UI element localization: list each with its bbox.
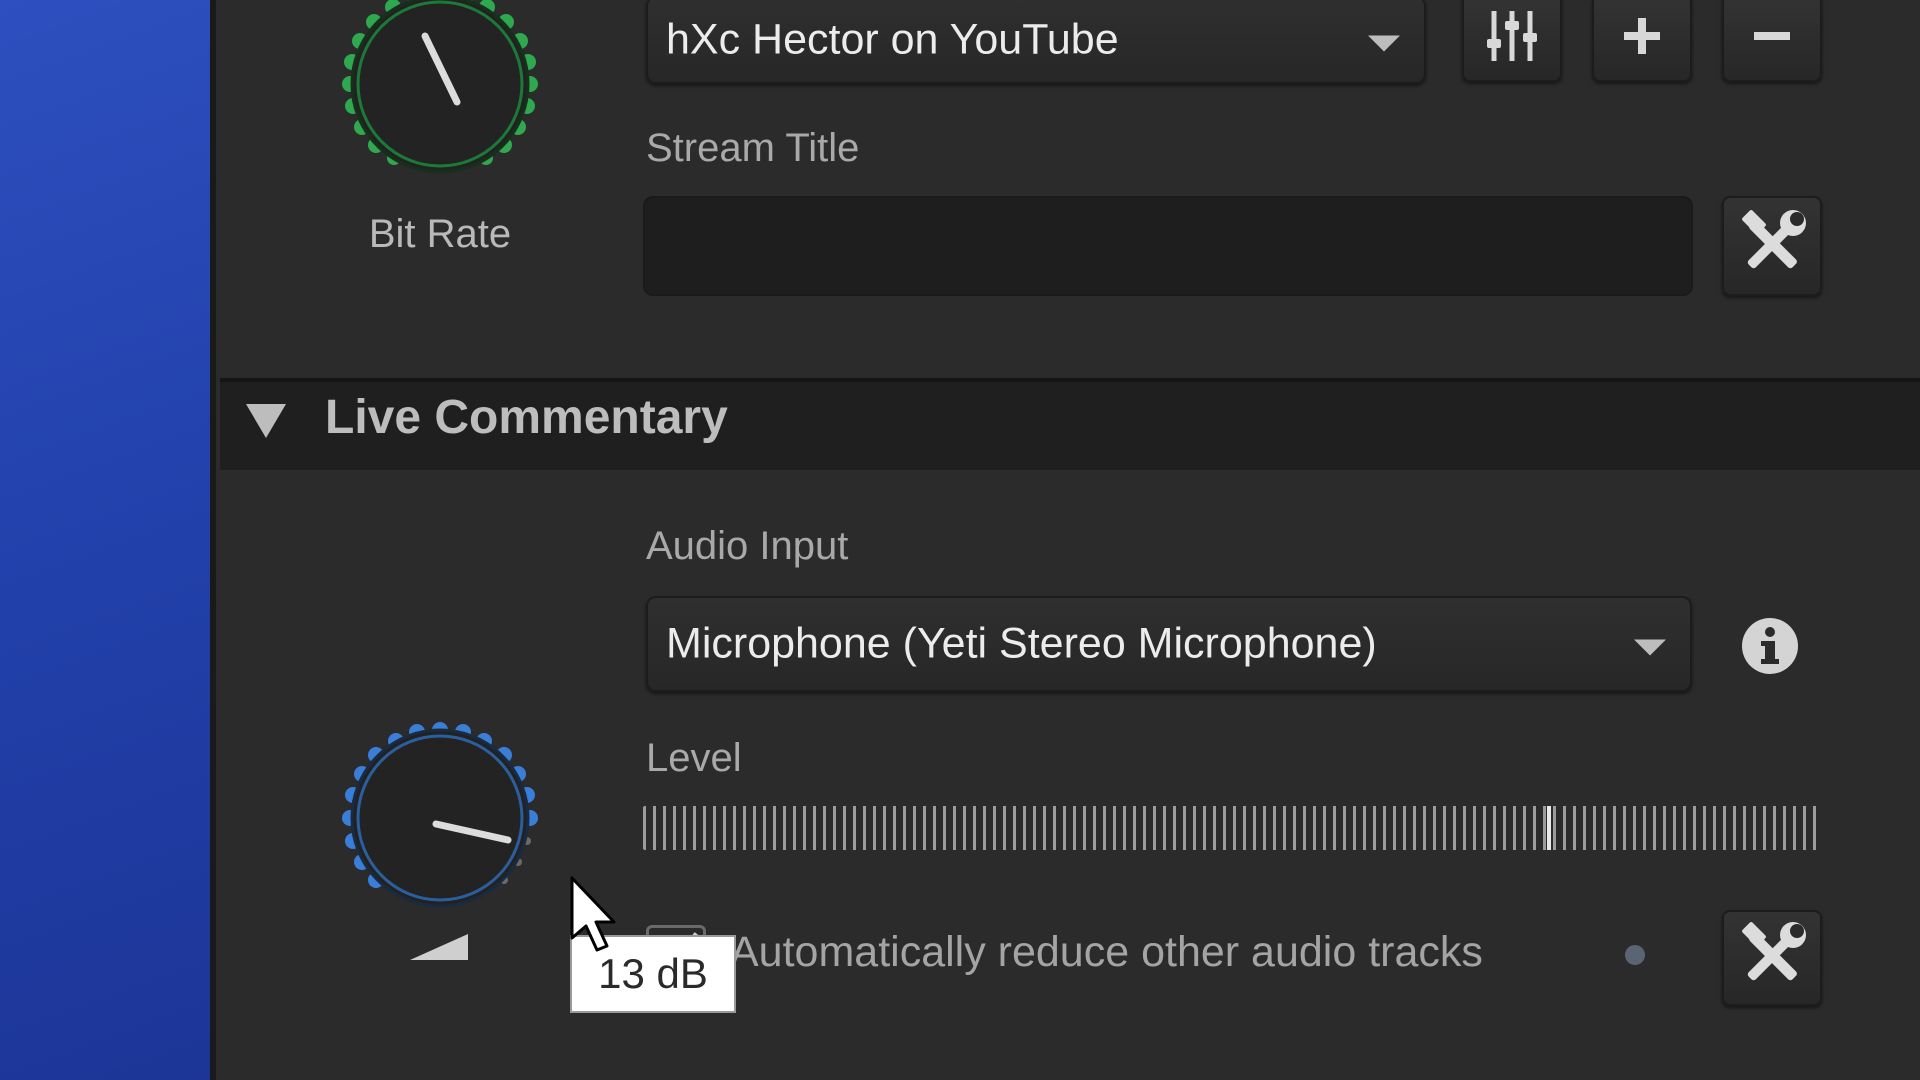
- mixer-button[interactable]: [1462, 0, 1562, 82]
- add-button[interactable]: [1592, 0, 1692, 82]
- chevron-down-icon: [1368, 16, 1400, 65]
- stream-title-label: Stream Title: [646, 126, 860, 170]
- bitrate-label: Bit Rate: [368, 212, 512, 256]
- stream-settings-button[interactable]: [1722, 196, 1822, 296]
- audio-input-value: Microphone (Yeti Stereo Microphone): [666, 619, 1377, 668]
- volume-knob[interactable]: [328, 716, 552, 966]
- status-indicator: [1625, 945, 1645, 965]
- tools-icon: [1737, 921, 1807, 996]
- stream-account-value: hXc Hector on YouTube: [666, 15, 1119, 64]
- stream-account-dropdown[interactable]: hXc Hector on YouTube: [646, 0, 1426, 84]
- auto-reduce-settings-button[interactable]: [1722, 910, 1822, 1006]
- minus-icon: [1752, 16, 1792, 61]
- plus-icon: [1622, 16, 1662, 61]
- level-label: Level: [646, 736, 742, 780]
- auto-reduce-label: Automatically reduce other audio tracks: [730, 928, 1483, 976]
- stream-title-input[interactable]: [643, 196, 1693, 296]
- level-peak-indicator: [1547, 806, 1551, 850]
- tools-icon: [1737, 209, 1807, 284]
- audio-input-label: Audio Input: [646, 524, 849, 568]
- triangle-down-icon[interactable]: [246, 404, 286, 443]
- sliders-icon: [1484, 9, 1540, 68]
- section-title: Live Commentary: [325, 391, 728, 444]
- mouse-pointer-icon: [570, 876, 620, 957]
- bitrate-knob[interactable]: [328, 0, 552, 200]
- chevron-down-icon: [1634, 620, 1666, 669]
- remove-button[interactable]: [1722, 0, 1822, 82]
- audio-input-dropdown[interactable]: Microphone (Yeti Stereo Microphone): [646, 596, 1692, 692]
- desktop-background: [0, 0, 216, 1080]
- info-icon[interactable]: [1741, 617, 1799, 675]
- audio-level-meter: [643, 806, 1823, 850]
